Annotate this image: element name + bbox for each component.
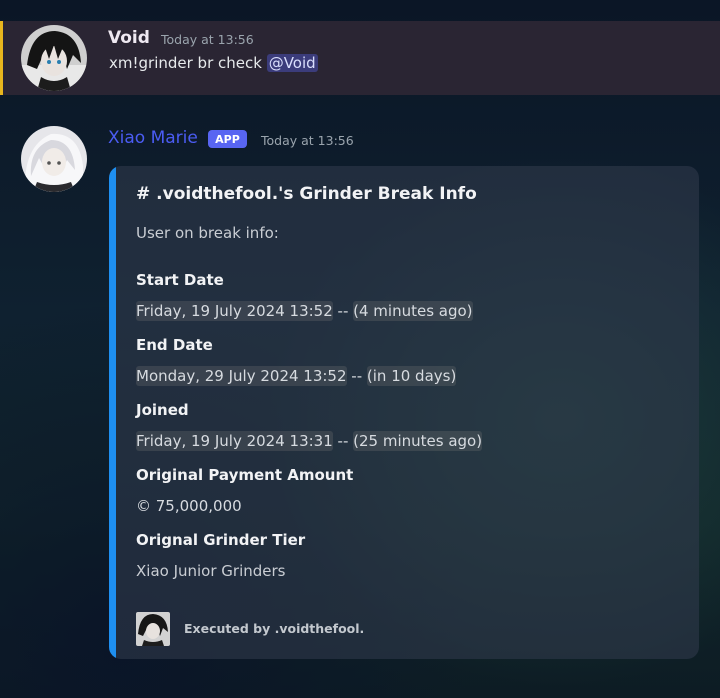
embed-stripe: [109, 166, 116, 659]
bot-author-name[interactable]: Xiao Marie: [108, 128, 198, 148]
message-text: xm!grinder br check: [109, 54, 267, 72]
app-badge: APP: [208, 130, 247, 148]
field-payment-value: © 75,000,000: [136, 497, 242, 515]
footer-avatar-icon: [136, 612, 170, 646]
field-end-date-label: End Date: [136, 336, 213, 354]
separator: --: [332, 432, 354, 450]
field-tier-value: Xiao Junior Grinders: [136, 562, 286, 580]
message-void: Void Today at 13:56 xm!grinder br check …: [0, 21, 720, 95]
xiao-marie-avatar[interactable]: [21, 126, 87, 192]
start-date-relative[interactable]: (4 minutes ago): [353, 301, 473, 321]
end-date-timestamp[interactable]: Monday, 29 July 2024 13:52: [136, 366, 347, 386]
joined-relative[interactable]: (25 minutes ago): [353, 431, 483, 451]
field-start-date-label: Start Date: [136, 271, 224, 289]
bot-message-timestamp[interactable]: Today at 13:56: [261, 133, 354, 148]
message-content: xm!grinder br check @Void: [109, 54, 318, 72]
field-tier-label: Orignal Grinder Tier: [136, 531, 306, 549]
embed-footer-text: Executed by .voidthefool.: [184, 621, 365, 636]
end-date-relative[interactable]: (in 10 days): [366, 366, 457, 386]
field-start-date-value: Friday, 19 July 2024 13:52 -- (4 minutes…: [136, 301, 473, 321]
field-joined-label: Joined: [136, 401, 189, 419]
separator: --: [346, 367, 367, 385]
void-avatar[interactable]: [21, 25, 87, 91]
field-joined-value: Friday, 19 July 2024 13:31 -- (25 minute…: [136, 431, 483, 451]
start-date-timestamp[interactable]: Friday, 19 July 2024 13:52: [136, 301, 333, 321]
author-name[interactable]: Void: [108, 28, 150, 48]
mention-highlight-bar: [0, 21, 3, 95]
field-payment-label: Original Payment Amount: [136, 466, 354, 484]
message-timestamp[interactable]: Today at 13:56: [161, 32, 254, 47]
embed-card: # .voidthefool.'s Grinder Break Info Use…: [109, 166, 699, 659]
embed-title: # .voidthefool.'s Grinder Break Info: [136, 184, 477, 204]
user-mention[interactable]: @Void: [266, 54, 318, 72]
field-end-date-value: Monday, 29 July 2024 13:52 -- (in 10 day…: [136, 366, 457, 386]
joined-timestamp[interactable]: Friday, 19 July 2024 13:31: [136, 431, 333, 451]
embed-description: User on break info:: [136, 224, 279, 242]
separator: --: [332, 302, 354, 320]
